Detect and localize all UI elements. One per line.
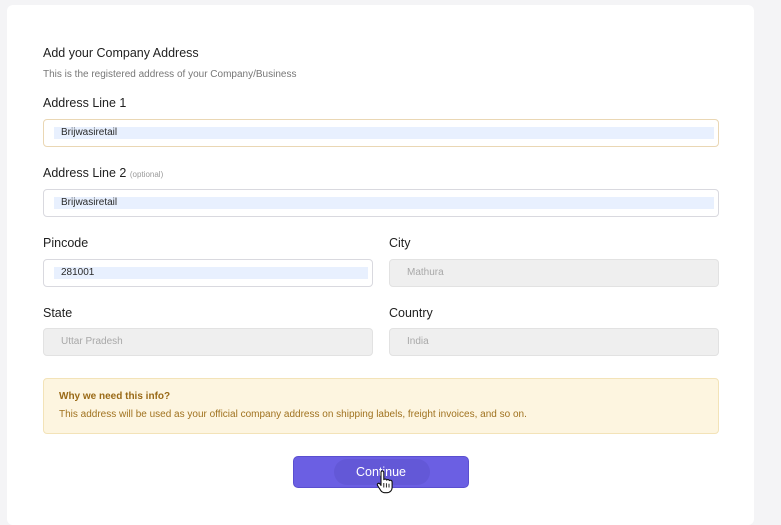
address-line-1-label: Address Line 1 (43, 96, 126, 110)
autofill-highlight (54, 127, 714, 139)
autofill-highlight (54, 197, 714, 209)
address-line-1-label-text: Address Line 1 (43, 96, 127, 110)
autofill-highlight (54, 267, 368, 279)
address-line-1-value: Brijwasiretail (61, 127, 118, 138)
pincode-label: Pincode (43, 236, 89, 250)
state-label: State (43, 306, 73, 320)
country-value: India (407, 336, 429, 347)
address-line-2-label-text: Address Line 2 (43, 166, 127, 180)
info-text: This address will be used as your offici… (59, 409, 527, 420)
info-notice: Why we need this info? This address will… (43, 378, 719, 434)
section-title: Add your Company Address (43, 46, 199, 60)
optional-tag: (optional) (129, 170, 164, 179)
pincode-value: 281001 (61, 267, 95, 278)
pincode-input[interactable]: 281001 (43, 259, 373, 287)
state-value: Uttar Pradesh (61, 336, 123, 347)
address-line-2-input[interactable]: Brijwasiretail (43, 189, 719, 217)
info-title: Why we need this info? (59, 391, 171, 402)
hand-pointer-icon (376, 470, 393, 494)
country-label: Country (389, 306, 433, 320)
address-line-1-input[interactable]: Brijwasiretail (43, 119, 719, 147)
address-line-2-value: Brijwasiretail (61, 197, 118, 208)
city-label: City (389, 236, 411, 250)
country-input: India (389, 328, 719, 356)
section-subtitle: This is the registered address of your C… (43, 69, 297, 80)
state-input: Uttar Pradesh (43, 328, 373, 356)
city-value: Mathura (407, 267, 444, 278)
address-line-2-label: Address Line 2 (optional) (43, 166, 163, 180)
city-input: Mathura (389, 259, 719, 287)
